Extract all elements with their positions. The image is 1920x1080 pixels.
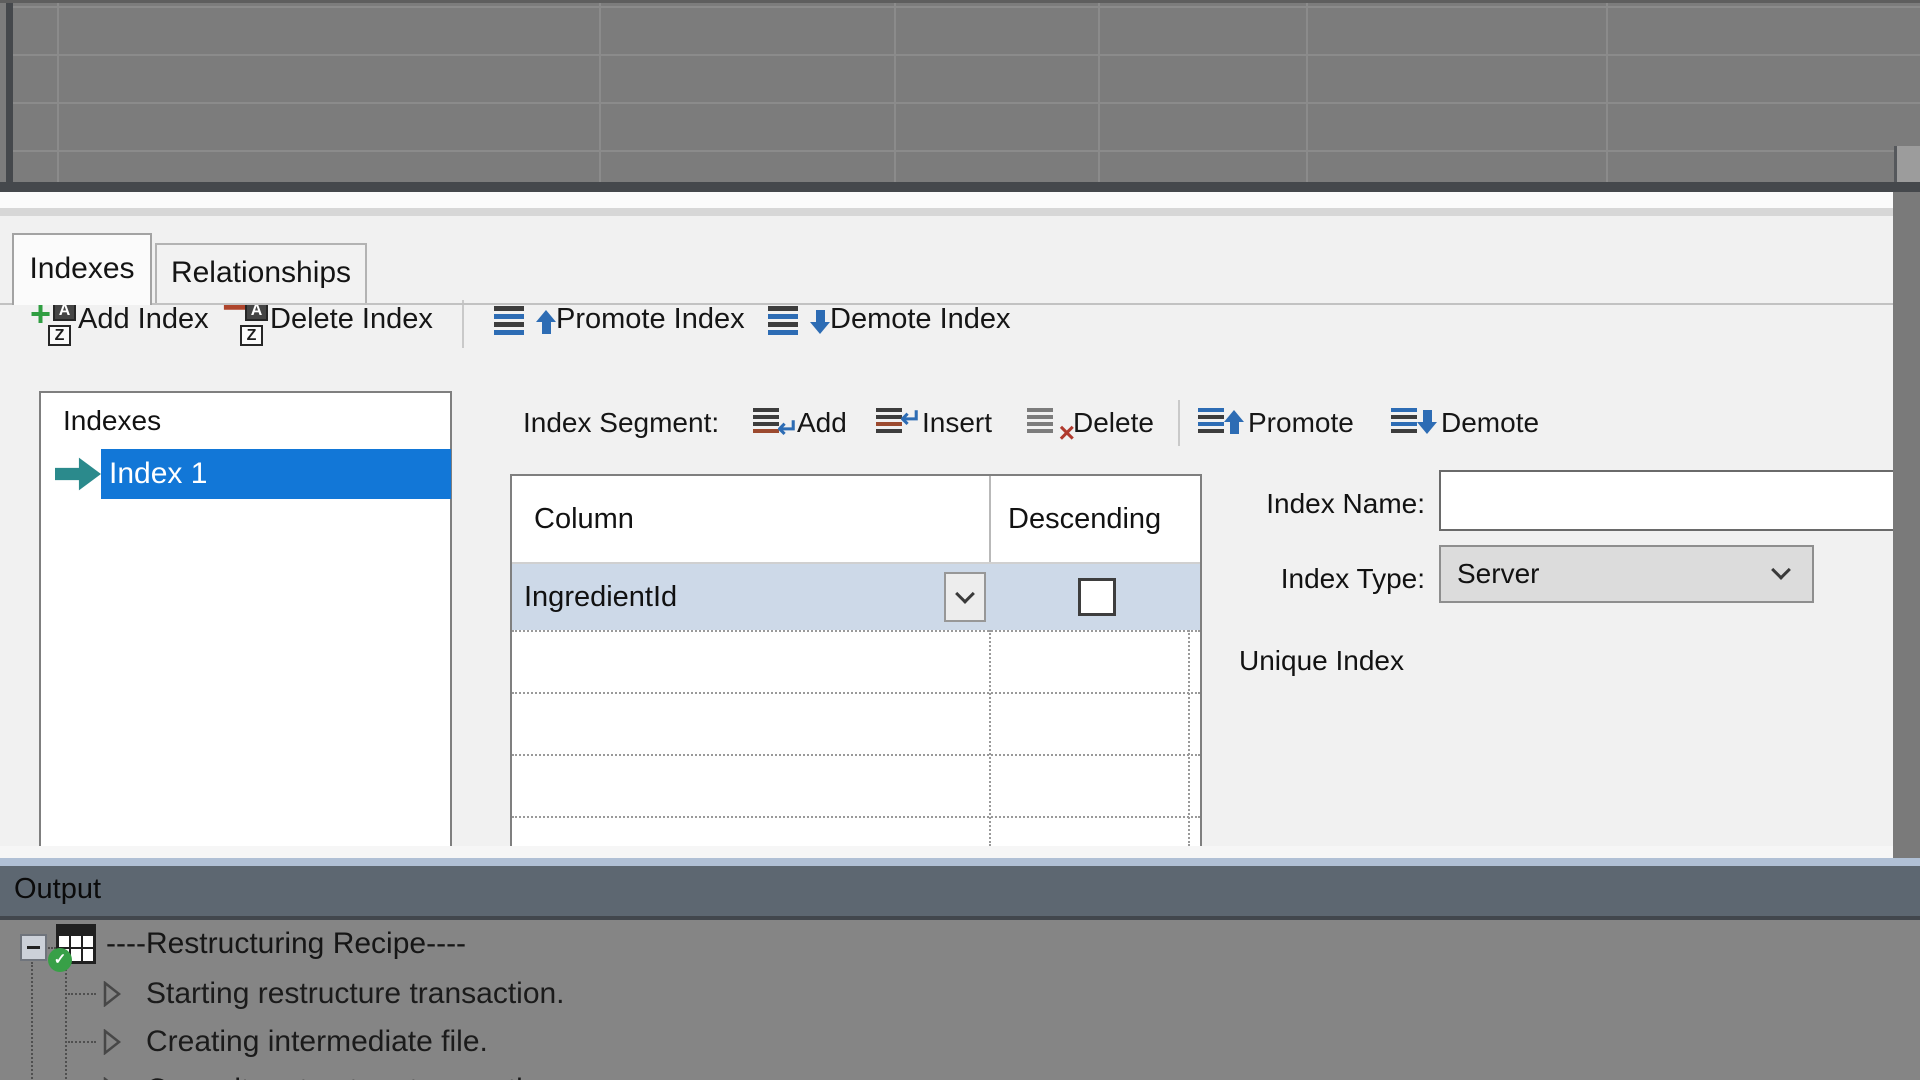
grid-row-divider [512, 692, 1200, 694]
grid-line [13, 54, 1920, 56]
panel-bottom-highlight [0, 846, 1920, 858]
index-list-header: Indexes [63, 405, 161, 437]
descending-checkbox[interactable] [1078, 578, 1116, 616]
delete-index-button[interactable]: Delete Index [270, 300, 433, 338]
segment-insert-button[interactable]: Insert [922, 404, 992, 442]
grid-line [13, 102, 1920, 104]
segment-demote-icon [1391, 408, 1421, 436]
grid-left-border [6, 0, 13, 184]
segment-delete-icon: × [1027, 408, 1057, 436]
grid-bottom-border [0, 182, 1920, 192]
output-root-node[interactable]: ✓ ----Restructuring Recipe---- [0, 924, 1200, 968]
index-segment-grid[interactable]: Column Descending IngredientId [510, 474, 1202, 848]
index-segment-label: Index Segment: [523, 404, 719, 442]
descending-header: Descending [1008, 476, 1161, 562]
segment-promote-button[interactable]: Promote [1248, 404, 1354, 442]
current-index-arrow-icon [55, 457, 101, 491]
success-check-icon: ✓ [48, 948, 72, 972]
output-log-text: Starting restructure transaction. [146, 974, 565, 1014]
demote-index-icon [768, 306, 816, 340]
chevron-down-icon [955, 584, 975, 604]
app-window: Indexes Relationships + A Z Add Index − … [0, 0, 1920, 1080]
index-name-input[interactable] [1439, 470, 1895, 531]
index-type-combobox[interactable]: Server [1439, 545, 1814, 603]
grid-column-divider [989, 476, 991, 562]
grid-line [1306, 0, 1308, 184]
grid-line [57, 0, 59, 184]
tab-indexes[interactable]: Indexes [12, 233, 152, 305]
delete-index-icon: − A Z [222, 300, 268, 350]
splitter-bar[interactable] [0, 208, 1920, 216]
letter-z-glyph: Z [240, 325, 263, 346]
enter-arrow-glyph: ↵ [777, 413, 799, 444]
output-splitter[interactable] [0, 858, 1920, 866]
grid-line [599, 0, 601, 184]
output-log-text: Commit restructure transaction. [146, 1070, 564, 1080]
right-panel-edge [1893, 192, 1920, 858]
grid-line [13, 6, 1920, 8]
unique-index-label: Unique Index [1239, 645, 1404, 677]
scrollbar-corner [1894, 146, 1920, 182]
table-data-grid[interactable] [0, 0, 1920, 192]
index-list[interactable]: Indexes Index 1 [39, 391, 452, 848]
add-index-icon: + A Z [30, 300, 76, 350]
grid-line [13, 150, 1920, 152]
tree-line [68, 993, 96, 995]
promote-index-icon [494, 306, 542, 340]
grid-column-divider-dotted [989, 630, 991, 846]
output-log-tree[interactable]: ✓ ----Restructuring Recipe---- Starting … [0, 920, 1920, 1080]
index-name-label: Index Name: [1150, 488, 1425, 520]
collapse-minus-icon[interactable] [20, 934, 47, 961]
enter-arrow-glyph: ↵ [900, 403, 922, 434]
segment-demote-button[interactable]: Demote [1441, 404, 1539, 442]
output-title: Output [14, 873, 101, 906]
segment-add-icon: ↵ [753, 408, 783, 436]
output-log-item[interactable]: Starting restructure transaction. [0, 974, 1200, 1014]
demote-index-button[interactable]: Demote Index [830, 300, 1011, 338]
output-titlebar[interactable]: Output [0, 866, 1920, 916]
output-log-item[interactable]: Creating intermediate file. [0, 1022, 1200, 1062]
grid-line [1098, 0, 1100, 184]
output-log-item[interactable]: Commit restructure transaction. [0, 1070, 1200, 1080]
segment-add-button[interactable]: Add [797, 404, 847, 442]
grid-top-border [0, 0, 1920, 3]
column-dropdown-button[interactable] [944, 572, 986, 622]
promote-index-button[interactable]: Promote Index [556, 300, 745, 338]
tree-line [68, 1041, 96, 1043]
chevron-down-icon [1771, 560, 1791, 580]
tab-strip-border [0, 303, 1893, 305]
grid-row-divider [512, 816, 1200, 818]
column-header: Column [534, 476, 634, 562]
grid-row-divider [512, 630, 1200, 632]
grid-row-divider [512, 754, 1200, 756]
output-log-text: Creating intermediate file. [146, 1022, 488, 1062]
add-index-button[interactable]: Add Index [78, 300, 209, 338]
toolbar-separator [1178, 400, 1180, 446]
index-type-label: Index Type: [1150, 563, 1425, 595]
segment-column-value: IngredientId [524, 564, 677, 630]
splitter-highlight [0, 192, 1920, 208]
log-bullet-triangle-icon [102, 1029, 122, 1055]
grid-column-divider-dotted [1188, 630, 1190, 846]
letter-z-glyph: Z [48, 325, 71, 346]
segment-delete-button[interactable]: Delete [1073, 404, 1154, 442]
log-bullet-triangle-icon [102, 981, 122, 1007]
segment-promote-icon [1198, 408, 1228, 436]
tab-relationships[interactable]: Relationships [155, 243, 367, 303]
segment-insert-icon: ↵ [876, 408, 906, 436]
toolbar-separator [462, 300, 464, 348]
index-type-value: Server [1457, 547, 1539, 601]
grid-line [894, 0, 896, 184]
grid-line [1606, 0, 1608, 184]
output-root-text: ----Restructuring Recipe---- [106, 924, 466, 964]
index-list-item-selected[interactable]: Index 1 [101, 449, 451, 499]
